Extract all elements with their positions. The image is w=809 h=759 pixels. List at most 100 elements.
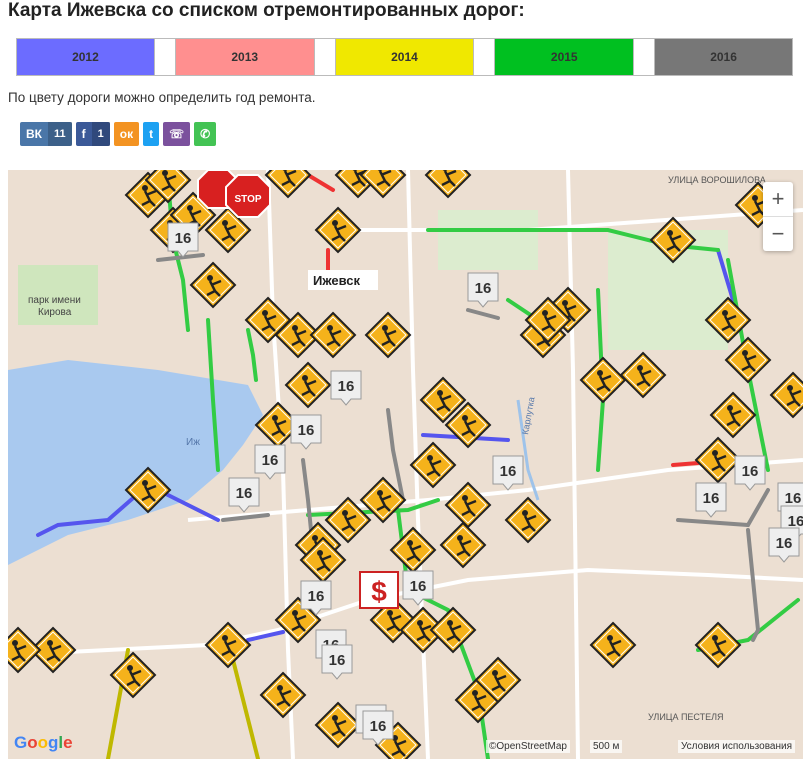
river-label-karlutka: Карлутка xyxy=(520,396,536,435)
marker-16-icon[interactable]: 16 xyxy=(695,482,727,518)
legend-label-2015: 2015 xyxy=(550,50,578,64)
legend-gap xyxy=(633,39,656,75)
roadwork-sign-icon[interactable] xyxy=(109,651,157,699)
osm-attribution[interactable]: ©OpenStreetMap xyxy=(486,740,570,753)
facebook-icon: f xyxy=(81,127,86,141)
roadwork-sign-icon[interactable] xyxy=(364,311,412,359)
legend-2014: 2014 xyxy=(335,39,474,75)
roadwork-sign-icon[interactable] xyxy=(504,496,552,544)
legend-2016: 2016 xyxy=(655,39,792,75)
zoom-control: + − xyxy=(763,182,793,251)
legend-label-2016: 2016 xyxy=(710,50,737,64)
road-2016 xyxy=(746,528,761,642)
dollar-marker: $ xyxy=(359,571,399,609)
roadwork-sign-icon[interactable] xyxy=(8,626,42,674)
marker-16-label: 16 xyxy=(298,422,315,439)
roadwork-sign-icon[interactable] xyxy=(769,371,803,419)
marker-16-icon[interactable]: 16 xyxy=(467,272,499,308)
share-ok-button[interactable]: ок xyxy=(113,122,140,146)
roadwork-sign-icon[interactable] xyxy=(444,481,492,529)
roadwork-sign-icon[interactable] xyxy=(694,621,742,669)
roadwork-sign-icon[interactable] xyxy=(429,606,477,654)
viber-icon: ☏ xyxy=(169,127,185,141)
marker-16-label: 16 xyxy=(785,490,802,507)
roadwork-sign-icon[interactable] xyxy=(189,261,237,309)
share-facebook-button[interactable]: f1 xyxy=(75,122,110,146)
marker-16-icon[interactable]: 16 xyxy=(734,455,766,491)
roadwork-sign-icon[interactable] xyxy=(694,436,742,484)
marker-16-icon[interactable]: 16 xyxy=(321,644,353,680)
marker-16-label: 16 xyxy=(788,513,803,530)
share-whatsapp-button[interactable]: ✆ xyxy=(194,122,217,146)
legend-label-2012: 2012 xyxy=(72,50,99,64)
roadwork-sign-icon[interactable] xyxy=(314,701,362,749)
river-label-izh: Иж xyxy=(186,437,200,448)
roadwork-sign-icon[interactable] xyxy=(589,621,637,669)
marker-16-label: 16 xyxy=(742,463,759,480)
marker-16-icon[interactable]: 16 xyxy=(254,444,286,480)
park-label: Кирова xyxy=(38,307,72,318)
roadwork-sign-icon[interactable] xyxy=(259,671,307,719)
dollar-icon: $ xyxy=(371,576,387,607)
share-vk-button[interactable]: ВК 11 xyxy=(20,122,72,146)
share-buttons: ВК 11 f1 ок t ☏ ✆ xyxy=(20,122,217,146)
terms-link[interactable]: Условия использования xyxy=(678,740,795,753)
roadwork-sign-icon[interactable] xyxy=(309,311,357,359)
park-label: парк имени xyxy=(28,295,81,306)
road-2013 xyxy=(306,173,335,192)
marker-16-icon[interactable]: 16 xyxy=(228,477,260,513)
marker-16-label: 16 xyxy=(236,485,253,502)
road-2016 xyxy=(466,308,500,320)
marker-16-label: 16 xyxy=(329,652,346,669)
road-2013 xyxy=(671,461,700,467)
stop-sign-label: STOP xyxy=(234,194,261,205)
vk-icon: ВК xyxy=(26,127,42,141)
zoom-in-button[interactable]: + xyxy=(763,182,793,216)
marker-16-label: 16 xyxy=(338,378,355,395)
marker-16-icon[interactable]: 16 xyxy=(768,527,800,563)
marker-16-label: 16 xyxy=(370,718,387,735)
roadwork-sign-icon[interactable] xyxy=(284,361,332,409)
roadwork-sign-icon[interactable] xyxy=(204,621,252,669)
google-logo: Google xyxy=(14,733,73,752)
road-map[interactable]: УЛИЦА ВОРОШИЛОВА УЛИЦА ПЕСТЕЛЯ Карлутка … xyxy=(8,170,803,759)
marker-16-label: 16 xyxy=(262,452,279,469)
marker-16-label: 16 xyxy=(703,490,720,507)
zoom-out-button[interactable]: − xyxy=(763,216,793,251)
marker-16-label: 16 xyxy=(308,588,325,605)
city-label: Ижевск xyxy=(313,273,361,288)
roadwork-sign-icon[interactable] xyxy=(439,521,487,569)
whatsapp-icon: ✆ xyxy=(200,127,211,141)
legend-gap xyxy=(153,39,176,75)
izhevsk-pond xyxy=(8,360,263,565)
legend-label-2014: 2014 xyxy=(391,50,418,64)
roadwork-sign-icon[interactable] xyxy=(724,336,772,384)
legend-label-2013: 2013 xyxy=(231,50,259,64)
marker-16-icon[interactable]: 16 xyxy=(330,370,362,406)
marker-16-label: 16 xyxy=(776,535,793,552)
roadwork-sign-icon[interactable] xyxy=(264,170,312,199)
green-area xyxy=(438,210,538,270)
roadwork-sign-icon[interactable] xyxy=(579,356,627,404)
page-title: Карта Ижевска со списком отремонтированн… xyxy=(8,0,525,21)
roadwork-sign-icon[interactable] xyxy=(619,351,667,399)
marker-16-icon[interactable]: 16 xyxy=(492,455,524,491)
roadwork-sign-icon[interactable] xyxy=(389,526,437,574)
share-vk-count: 11 xyxy=(48,122,72,146)
street-label-pestelya: УЛИЦА ПЕСТЕЛЯ xyxy=(648,712,724,722)
share-twitter-button[interactable]: t xyxy=(143,122,160,146)
roadwork-sign-icon[interactable] xyxy=(709,391,757,439)
legend-gap xyxy=(313,39,336,75)
legend-2013: 2013 xyxy=(175,39,314,75)
road-2015 xyxy=(246,328,258,382)
roadwork-sign-icon[interactable] xyxy=(314,206,362,254)
year-legend: 2012 2013 2014 2015 2016 xyxy=(16,38,793,76)
marker-16-icon[interactable]: 16 xyxy=(290,414,322,450)
street-label-voroshilova: УЛИЦА ВОРОШИЛОВА xyxy=(668,175,766,185)
legend-gap xyxy=(473,39,496,75)
legend-2012: 2012 xyxy=(17,39,154,75)
roadwork-sign-icon[interactable] xyxy=(424,170,472,199)
twitter-icon: t xyxy=(149,127,154,141)
share-viber-button[interactable]: ☏ xyxy=(163,122,191,146)
map-canvas: УЛИЦА ВОРОШИЛОВА УЛИЦА ПЕСТЕЛЯ Карлутка … xyxy=(8,170,803,759)
